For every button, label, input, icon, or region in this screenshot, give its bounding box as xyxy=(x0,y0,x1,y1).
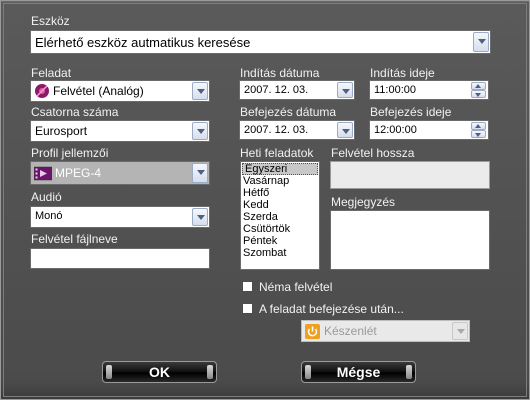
end-date-picker[interactable]: 2007. 12. 03. xyxy=(239,120,355,140)
device-select[interactable]: Elérhető eszköz autmatikus keresése xyxy=(30,30,491,54)
power-icon xyxy=(305,324,320,339)
after-task-checkbox[interactable] xyxy=(242,303,253,314)
filename-input[interactable] xyxy=(30,248,210,269)
start-date-value: 2007. 12. 03. xyxy=(244,84,309,96)
list-item[interactable]: Szombat xyxy=(241,247,319,259)
button-cap-right xyxy=(406,365,412,379)
start-time-label: Indítás ideje xyxy=(370,66,435,80)
list-item[interactable]: Szerda xyxy=(241,211,319,223)
button-cap-left xyxy=(305,365,311,379)
list-item[interactable]: Egyszeri xyxy=(242,163,318,175)
audio-label: Audió xyxy=(31,190,62,204)
start-date-dropdown-button[interactable] xyxy=(337,82,353,98)
profile-label: Profil jellemzői xyxy=(31,146,109,160)
end-time-spinner[interactable]: 12:00:00 xyxy=(369,120,489,140)
device-dropdown-button[interactable] xyxy=(473,32,489,52)
channel-dropdown-button[interactable] xyxy=(192,122,208,140)
filename-label: Felvétel fájlneve xyxy=(31,232,118,246)
mute-label: Néma felvétel xyxy=(259,280,333,294)
list-item[interactable]: Vasárnap xyxy=(241,175,319,187)
start-time-value: 11:00:00 xyxy=(374,84,417,96)
profile-select-value: MPEG-4 xyxy=(55,166,102,180)
channel-select-value: Eurosport xyxy=(35,124,88,138)
end-time-spin-buttons[interactable] xyxy=(471,122,487,138)
device-select-value: Elérhető eszköz autmatikus keresése xyxy=(35,35,251,50)
spin-up-icon[interactable] xyxy=(471,82,486,90)
device-label: Eszköz xyxy=(31,14,70,28)
ok-button-label: OK xyxy=(149,364,170,380)
after-task-label: A feladat befejezése után... xyxy=(259,302,404,316)
end-time-label: Befejezés ideje xyxy=(370,105,452,119)
weekly-tasks-list[interactable]: Egyszeri Vasárnap Hétfő Kedd Szerda Csüt… xyxy=(240,161,320,270)
task-select[interactable]: Felvétel (Analóg) xyxy=(30,80,210,102)
channel-label: Csatorna száma xyxy=(31,105,119,119)
end-date-dropdown-button[interactable] xyxy=(337,122,353,138)
note-label: Megjegyzés xyxy=(331,195,396,209)
list-item[interactable]: Péntek xyxy=(241,235,319,247)
duration-label: Felvétel hossza xyxy=(331,146,415,160)
list-item[interactable]: Hétfő xyxy=(241,187,319,199)
button-cap-left xyxy=(106,365,112,379)
after-task-dropdown-button[interactable] xyxy=(452,322,468,340)
audio-select[interactable]: Monó xyxy=(30,206,210,228)
end-time-value: 12:00:00 xyxy=(374,124,417,136)
start-time-spin-buttons[interactable] xyxy=(471,82,487,98)
record-disc-icon xyxy=(35,84,49,98)
cancel-button[interactable]: Mégse xyxy=(301,361,416,383)
spin-down-icon[interactable] xyxy=(471,90,486,98)
mute-checkbox[interactable] xyxy=(242,281,253,292)
audio-select-value: Monó xyxy=(35,210,63,222)
profile-select[interactable]: MPEG-4 xyxy=(30,161,210,185)
end-date-label: Befejezés dátuma xyxy=(240,105,337,119)
start-date-picker[interactable]: 2007. 12. 03. xyxy=(239,80,355,100)
weekly-tasks-label: Heti feladatok xyxy=(240,146,314,160)
list-item[interactable]: Csütörtök xyxy=(241,223,319,235)
profile-dropdown-button[interactable] xyxy=(192,163,208,183)
end-date-value: 2007. 12. 03. xyxy=(244,124,309,136)
audio-dropdown-button[interactable] xyxy=(192,208,208,226)
start-date-label: Indítás dátuma xyxy=(240,66,320,80)
after-task-action-value: Készenlét xyxy=(324,324,377,338)
list-item[interactable]: Kedd xyxy=(241,199,319,211)
start-time-spinner[interactable]: 11:00:00 xyxy=(369,80,489,100)
task-label: Feladat xyxy=(31,66,72,80)
spin-down-icon[interactable] xyxy=(471,130,486,138)
task-dropdown-button[interactable] xyxy=(192,82,208,100)
spin-up-icon[interactable] xyxy=(471,122,486,130)
button-cap-right xyxy=(207,365,213,379)
video-profile-icon xyxy=(34,166,52,181)
ok-button[interactable]: OK xyxy=(102,361,217,383)
task-select-value: Felvétel (Analóg) xyxy=(53,84,144,98)
note-textarea[interactable] xyxy=(330,210,490,270)
cancel-button-label: Mégse xyxy=(336,364,381,380)
channel-select[interactable]: Eurosport xyxy=(30,120,210,142)
duration-field xyxy=(330,161,490,189)
after-task-action-select[interactable]: Készenlét xyxy=(301,320,470,342)
